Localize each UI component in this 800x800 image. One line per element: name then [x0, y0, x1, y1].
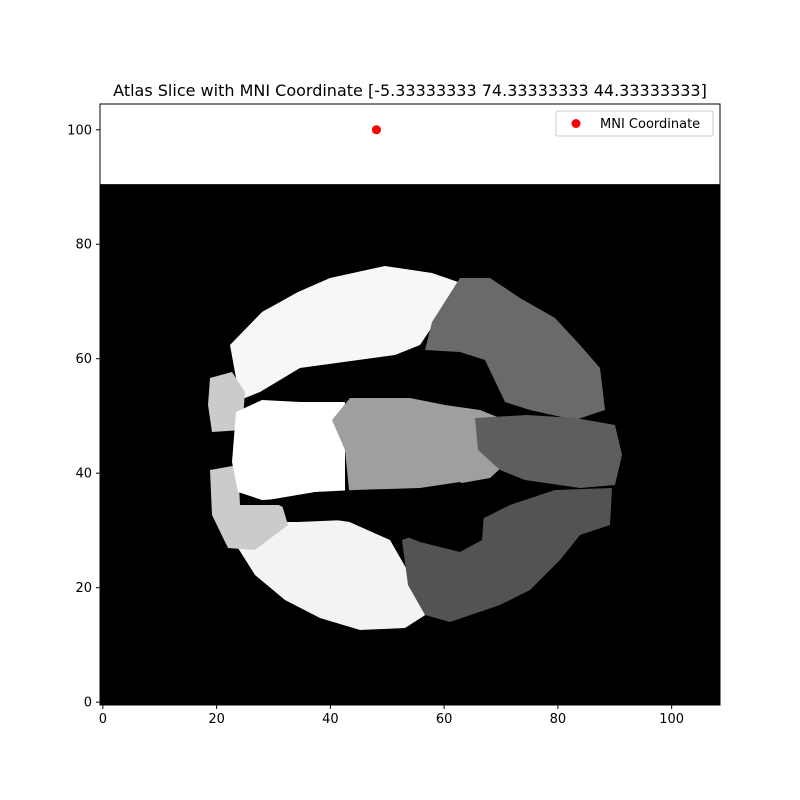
- chart-figure: Atlas Slice with MNI Coordinate [-5.3333…: [0, 0, 800, 800]
- y-tick-label: 20: [75, 581, 92, 596]
- y-tick-label: 0: [84, 696, 92, 711]
- x-tick-label: 0: [99, 712, 107, 727]
- legend-marker: [571, 119, 581, 128]
- mni-coordinate-point: [371, 125, 381, 135]
- x-tick-label: 20: [208, 712, 225, 727]
- atlas-slice-image: [100, 184, 720, 706]
- y-tick-label: 80: [75, 238, 92, 253]
- legend-label: MNI Coordinate: [600, 117, 700, 132]
- y-tick-label: 40: [75, 467, 92, 482]
- x-tick-label: 60: [436, 712, 453, 727]
- plot-area: [99, 103, 721, 706]
- scatter-layer: [371, 125, 381, 135]
- chart-title: Atlas Slice with MNI Coordinate [-5.3333…: [113, 81, 707, 100]
- x-tick-label: 80: [550, 712, 567, 727]
- legend: MNI Coordinate: [555, 110, 714, 137]
- y-tick-label: 100: [67, 123, 92, 138]
- region-central-bright: [232, 400, 345, 500]
- x-tick-label: 100: [659, 712, 684, 727]
- x-tick-label: 40: [322, 712, 339, 727]
- y-tick-label: 60: [75, 352, 92, 367]
